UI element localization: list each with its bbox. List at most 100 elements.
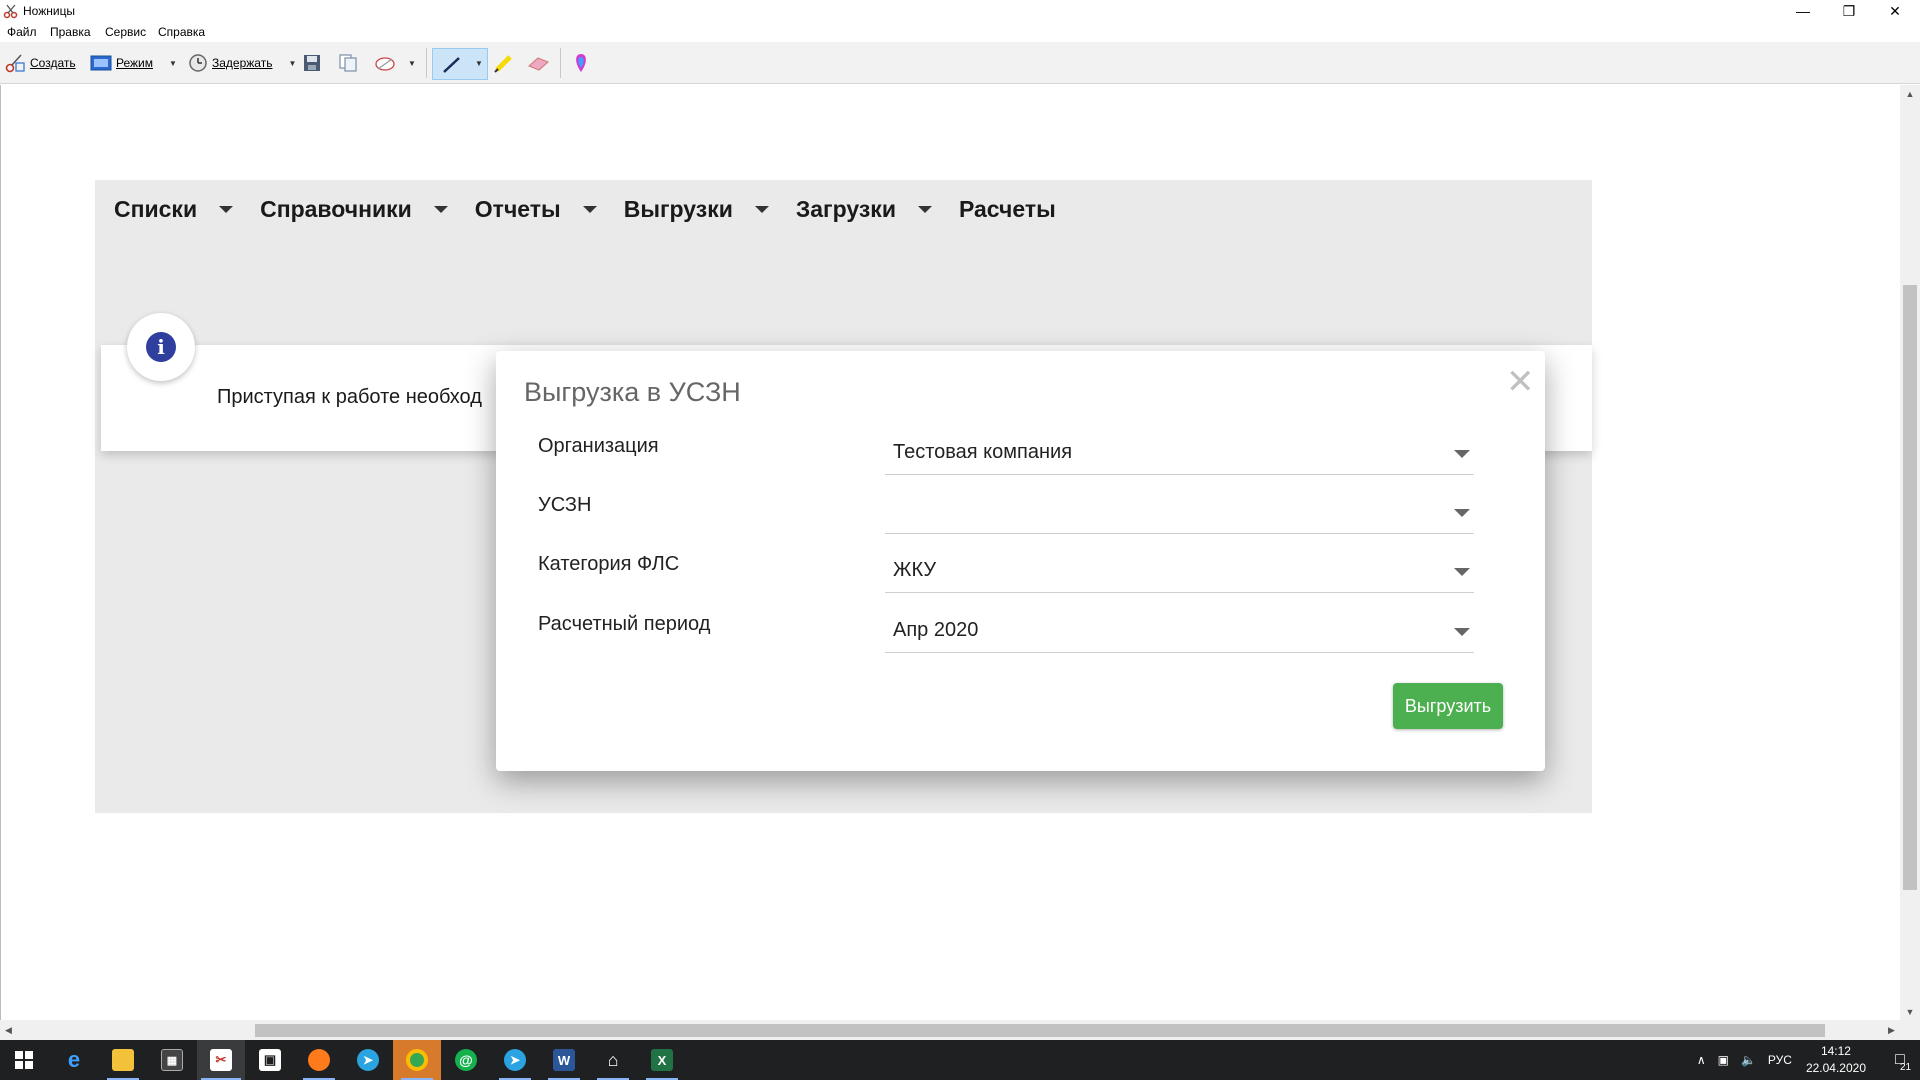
billing-period-select[interactable]: Апр 2020 <box>885 613 1474 653</box>
nav-exports-label: Выгрузки <box>623 195 733 222</box>
menu-tools[interactable]: Сервис <box>105 25 146 39</box>
delay-button[interactable]: Задержать ▼ <box>188 50 296 76</box>
firefox-icon <box>308 1049 330 1071</box>
taskbar-firefox[interactable] <box>295 1040 343 1080</box>
uszn-select[interactable] <box>885 494 1474 534</box>
telegram-icon: ➤ <box>357 1049 379 1071</box>
vertical-scroll-thumb[interactable] <box>1903 285 1917 890</box>
nav-imports[interactable]: Загрузки <box>796 196 932 223</box>
restore-button[interactable]: ❐ <box>1826 0 1872 22</box>
caret-down-icon <box>219 205 234 213</box>
highlighter-button[interactable] <box>493 50 515 76</box>
scroll-up-icon[interactable]: ▲ <box>1900 85 1920 102</box>
new-snip-button[interactable]: Создать <box>4 50 76 76</box>
dialog-title: Выгрузка в УСЗН <box>524 377 741 407</box>
field-uszn: УСЗН <box>496 494 1545 544</box>
taskbar-telegram[interactable]: ➤ <box>344 1040 392 1080</box>
network-icon[interactable]: ▣ <box>1718 1053 1729 1067</box>
close-icon: ✕ <box>1889 2 1901 19</box>
excel-icon: X <box>651 1049 673 1071</box>
paint3d-button[interactable] <box>570 50 592 76</box>
save-icon <box>304 55 320 71</box>
delay-label: Задержать <box>212 56 273 70</box>
copy-icon <box>339 54 357 72</box>
mail-icon: @ <box>455 1049 477 1071</box>
field-fls-category: Категория ФЛС ЖКУ <box>496 553 1545 603</box>
language-indicator[interactable]: РУС <box>1768 1053 1792 1067</box>
minimize-icon: — <box>1796 3 1810 19</box>
chevron-down-icon[interactable]: ▼ <box>169 59 177 68</box>
copy-button[interactable] <box>338 50 358 76</box>
mode-button[interactable]: Режим ▼ <box>90 50 177 76</box>
send-button[interactable]: ▼ <box>374 50 416 76</box>
scissors-icon <box>3 4 18 19</box>
eraser-button[interactable] <box>526 50 550 76</box>
field-label: Организация <box>538 435 659 457</box>
volume-icon[interactable]: 🔈 <box>1741 1053 1756 1067</box>
organization-select[interactable]: Тестовая компания <box>885 435 1474 475</box>
horizontal-scrollbar[interactable]: ◀ ▶ <box>0 1020 1920 1040</box>
toolbar-separator <box>560 48 561 78</box>
taskbar-explorer[interactable] <box>99 1040 147 1080</box>
taskbar-calculator[interactable]: ▦ <box>148 1040 196 1080</box>
vertical-scrollbar[interactable]: ▲ ▼ <box>1900 85 1920 1020</box>
taskbar-excel[interactable]: X <box>638 1040 686 1080</box>
field-label: Расчетный период <box>538 613 711 635</box>
taskbar-chrome[interactable] <box>393 1040 441 1080</box>
taskbar-mail[interactable]: @ <box>442 1040 490 1080</box>
edge-icon: e <box>67 1047 81 1072</box>
nav-calculations[interactable]: Расчеты <box>959 196 1056 223</box>
chevron-down-icon[interactable]: ▼ <box>288 59 296 68</box>
fls-category-select[interactable]: ЖКУ <box>885 553 1474 593</box>
nav-reports-label: Отчеты <box>474 195 561 222</box>
scroll-left-icon[interactable]: ◀ <box>0 1020 17 1040</box>
taskbar-snipping-tool[interactable]: ✂ <box>197 1040 245 1080</box>
chevron-down-icon[interactable]: ▼ <box>475 59 483 68</box>
export-submit-button[interactable]: Выгрузить <box>1393 683 1503 729</box>
field-organization: Организация Тестовая компания <box>496 435 1545 485</box>
nav-reports[interactable]: Отчеты <box>475 196 597 223</box>
save-button[interactable] <box>303 50 321 76</box>
info-badge: i <box>127 313 195 381</box>
taskbar-home-app[interactable]: ⌂ <box>589 1040 637 1080</box>
caret-down-icon <box>1454 450 1470 458</box>
paint3d-icon <box>576 54 586 72</box>
dialog-close-button[interactable]: ✕ <box>1506 365 1535 399</box>
toolbar-separator <box>426 48 427 78</box>
tray-clock[interactable]: 14:12 22.04.2020 <box>1806 1043 1866 1077</box>
select-value: Тестовая компания <box>893 441 1073 463</box>
menu-bar: Файл Правка Сервис Справка <box>0 22 1920 42</box>
window-titlebar: Ножницы — ❐ ✕ <box>0 0 1920 22</box>
taskbar-store[interactable]: ▣ <box>246 1040 294 1080</box>
caret-down-icon <box>1454 628 1470 636</box>
mode-icon <box>90 55 112 71</box>
notifications-button[interactable]: □ 21 <box>1880 1040 1920 1080</box>
taskbar-edge[interactable]: e <box>50 1040 98 1080</box>
nav-lists[interactable]: Списки <box>114 196 234 223</box>
highlighter-icon <box>494 55 512 73</box>
caret-down-icon <box>1454 509 1470 517</box>
nav-exports[interactable]: Выгрузки <box>624 196 769 223</box>
nav-references[interactable]: Справочники <box>260 196 448 223</box>
export-dialog: Выгрузка в УСЗН ✕ Организация Тестовая к… <box>496 351 1545 771</box>
close-window-button[interactable]: ✕ <box>1872 0 1918 22</box>
field-label: УСЗН <box>538 494 592 516</box>
nav-imports-label: Загрузки <box>795 195 896 222</box>
taskbar-word[interactable]: W <box>540 1040 588 1080</box>
menu-edit[interactable]: Правка <box>50 25 91 39</box>
windows-logo-icon <box>15 1051 33 1069</box>
menu-file[interactable]: Файл <box>7 25 37 39</box>
pen-tool-button[interactable]: ▼ <box>432 48 488 80</box>
start-button[interactable] <box>0 1040 48 1080</box>
menu-help[interactable]: Справка <box>158 25 205 39</box>
scroll-right-icon[interactable]: ▶ <box>1883 1020 1900 1040</box>
scroll-down-icon[interactable]: ▼ <box>1900 1003 1920 1020</box>
chevron-down-icon[interactable]: ▼ <box>408 59 416 68</box>
tray-chevron-up-icon[interactable]: ∧ <box>1697 1053 1706 1067</box>
taskbar-telegram-2[interactable]: ➤ <box>491 1040 539 1080</box>
eraser-icon <box>528 57 549 71</box>
calculator-icon: ▦ <box>161 1049 183 1071</box>
caret-down-icon <box>754 205 769 213</box>
horizontal-scroll-thumb[interactable] <box>255 1024 1825 1037</box>
minimize-button[interactable]: — <box>1780 0 1826 22</box>
